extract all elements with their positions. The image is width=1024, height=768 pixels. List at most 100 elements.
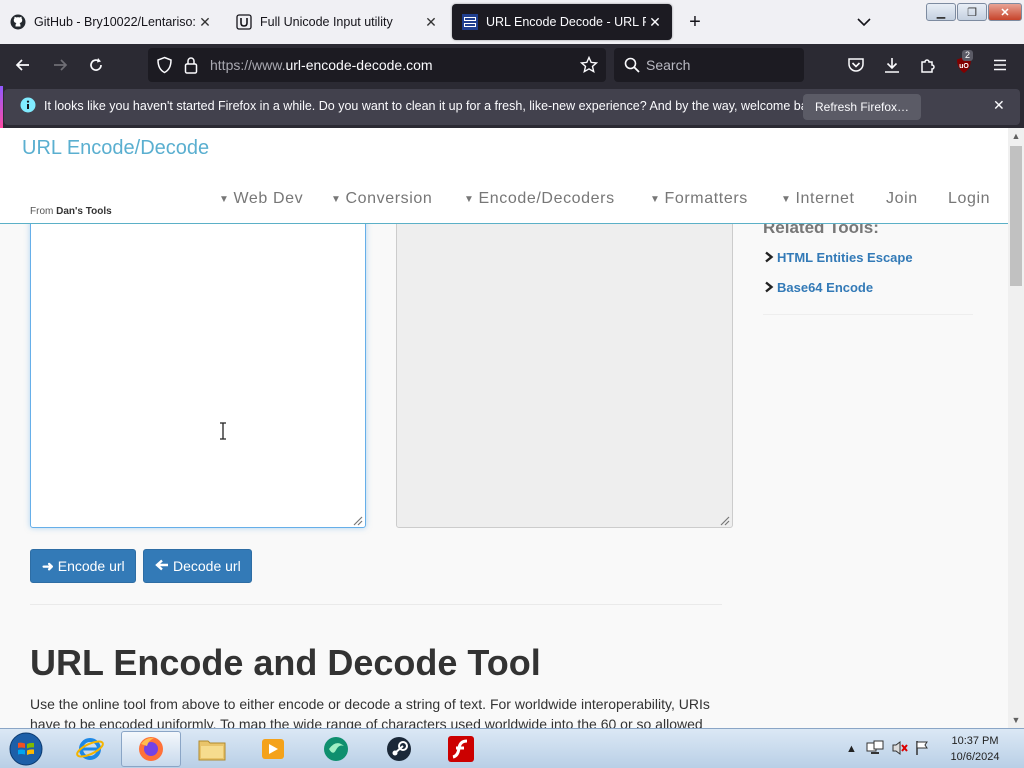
taskbar-flash-player[interactable] [431,731,491,767]
search-bar[interactable]: Search [614,48,804,82]
notification-message: It looks like you haven't started Firefo… [44,99,824,113]
menu-encode-decoders[interactable]: ▼ Encode/Decoders [464,188,615,210]
output-textarea[interactable] [396,208,733,528]
refresh-firefox-button[interactable]: Refresh Firefox… [803,94,922,120]
menu-join[interactable]: Join [886,188,918,210]
close-tab-icon[interactable]: ✕ [196,14,214,31]
caret-down-icon: ▼ [781,193,792,205]
resize-grip-icon[interactable] [351,514,363,526]
site-logo[interactable]: URL Encode/Decode [22,137,209,160]
bookmark-star-icon[interactable] [579,55,599,77]
caret-down-icon: ▼ [464,193,475,205]
chevron-right-icon [765,251,774,263]
arrow-right-icon: ➜ [42,557,54,574]
start-button[interactable] [6,731,46,767]
menu-login[interactable]: Login [948,188,990,210]
from-dans-tools[interactable]: From Dan's Tools [30,206,112,217]
new-tab-button[interactable]: + [684,10,706,34]
flash-player-icon [448,736,474,762]
steam-icon [387,737,411,761]
reload-button[interactable] [83,52,109,78]
close-tab-icon[interactable]: ✕ [422,14,440,31]
menu-conversion[interactable]: ▼ Conversion [331,188,432,210]
encode-url-button[interactable]: ➜ Encode url [30,549,136,583]
menu-web-dev[interactable]: ▼ Web Dev [219,188,303,210]
tab-title: GitHub - Bry10022/Lentariso: Th [34,15,196,29]
media-player-icon [262,739,284,759]
taskbar-media-player[interactable] [243,731,303,767]
clock-date: 10/6/2024 [950,751,1000,763]
tab-url-encode-decode[interactable]: URL Encode Decode - URL Perce ✕ [452,4,672,40]
site-header: URL Encode/Decode From Dan's Tools ▼ Web … [0,128,1008,224]
article-paragraph: Use the online tool from above to either… [30,696,710,728]
menu-formatters[interactable]: ▼ Formatters [650,188,748,210]
dans-tools-icon [462,14,478,30]
refresh-firefox-notification: It looks like you haven't started Firefo… [0,86,1024,128]
chevron-right-icon [765,281,774,293]
page-content: ➜ Encode url Decode url URL Encode and D… [0,128,1008,728]
search-placeholder: Search [646,57,691,73]
related-link-base64[interactable]: Base64 Encode [763,278,873,296]
padlock-icon[interactable] [184,56,198,77]
list-all-tabs-button[interactable] [854,12,874,32]
arrow-left-icon [15,59,29,71]
article-title: URL Encode and Decode Tool [30,642,541,683]
scrollbar-thumb[interactable] [1010,146,1022,286]
related-link-label: Base64 Encode [777,279,874,295]
scroll-up-arrow[interactable]: ▲ [1008,128,1024,144]
input-textarea[interactable] [30,208,366,528]
notification-accent [0,86,3,128]
pocket-button[interactable] [843,52,869,78]
close-window-button[interactable]: ✕ [988,3,1022,21]
show-hidden-icons-icon[interactable]: ▲ [846,743,857,755]
taskbar-internet-explorer[interactable] [60,731,120,767]
section-divider [30,604,722,605]
system-clock[interactable]: 10:37 PM 10/6/2024 [940,733,1010,765]
maximize-button[interactable]: ❐ [957,3,987,21]
network-icon[interactable] [866,740,884,759]
puzzle-piece-icon [921,59,935,73]
tab-unicode-utility[interactable]: Full Unicode Input utility ✕ [226,4,448,40]
extension-badge: 2 [962,50,974,61]
related-divider [763,314,973,315]
related-link-label: HTML Entities Escape [777,249,913,265]
tracking-protection-shield-icon[interactable] [156,56,173,77]
minimize-button[interactable]: ▁ [926,3,956,21]
extensions-button[interactable] [915,52,941,78]
firefox-icon [139,737,163,761]
taskbar-steam[interactable] [369,731,429,767]
text-cursor-icon [220,422,226,440]
volume-muted-icon[interactable] [891,740,909,759]
tab-strip: GitHub - Bry10022/Lentariso: Th ✕ Full U… [0,0,1024,44]
back-button[interactable] [10,52,36,78]
scroll-down-arrow[interactable]: ▼ [1008,712,1024,728]
chevron-down-icon [857,18,871,27]
svg-text:uO: uO [959,63,969,70]
caret-down-icon: ▼ [331,193,342,205]
url-bar[interactable]: https://www.url-encode-decode.com [148,48,606,82]
github-icon [10,14,26,30]
taskbar-file-explorer[interactable] [182,731,242,767]
unicode-utility-icon [236,14,252,30]
windows-start-orb-icon [9,732,43,766]
info-icon [20,97,36,116]
tab-github[interactable]: GitHub - Bry10022/Lentariso: Th ✕ [0,4,222,40]
search-icon [624,57,640,76]
resize-grip-icon[interactable] [718,514,730,526]
close-notification-icon[interactable]: ✕ [993,97,1005,114]
menu-internet[interactable]: ▼ Internet [781,188,855,210]
page-scrollbar[interactable]: ▲ ▼ [1008,128,1024,728]
arrow-right-icon [54,59,68,71]
internet-explorer-icon [76,738,104,760]
tab-title: Full Unicode Input utility [260,15,393,29]
forward-button[interactable] [47,52,73,78]
action-center-flag-icon[interactable] [914,740,930,759]
url-text[interactable]: https://www.url-encode-decode.com [210,57,433,73]
taskbar-vpn-app[interactable] [306,731,366,767]
taskbar-firefox[interactable] [121,731,181,767]
close-tab-icon[interactable]: ✕ [646,14,664,31]
downloads-button[interactable] [879,52,905,78]
decode-url-button[interactable]: Decode url [143,549,252,583]
app-menu-button[interactable] [987,52,1013,78]
related-link-html-entities[interactable]: HTML Entities Escape [763,248,913,266]
